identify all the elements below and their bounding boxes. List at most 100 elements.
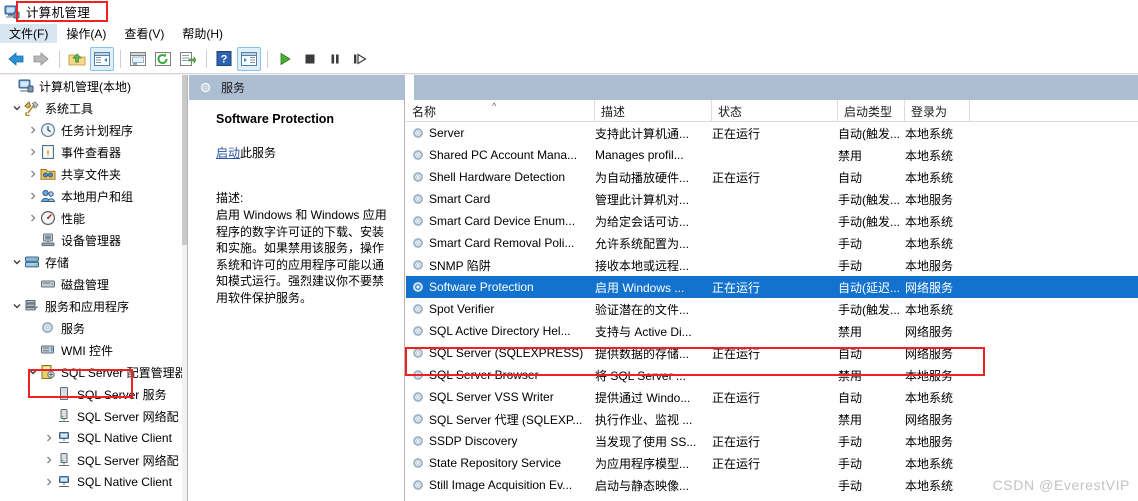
list-header-corner [406,75,414,100]
tree-item-sql-network-config-1[interactable]: SQL Server 网络配 [0,405,187,427]
services-rows[interactable]: Server 支持此计算机通... 正在运行 自动(触发... 本地系统 Shared P… [406,122,1138,501]
chevron-right-icon[interactable] [26,123,40,137]
tree-item-services-and-applications[interactable]: 服务和应用程序 [0,295,187,317]
tree-scrollbar[interactable] [182,75,187,501]
show-action-pane-icon[interactable] [237,46,261,71]
tree-scrollbar-thumb[interactable] [182,75,187,245]
stop-service-icon[interactable] [298,47,322,71]
up-folder-icon[interactable] [65,47,89,71]
table-row[interactable]: Smart Card Device Enum... 为给定会话可访... 手动(触发… [406,210,1138,232]
cell-text: SSDP Discovery [429,434,518,448]
table-row[interactable]: Server 支持此计算机通... 正在运行 自动(触发... 本地系统 [406,122,1138,144]
menu-action[interactable]: 操作(A) [57,24,115,43]
tree-item-sql-services[interactable]: SQL Server 服务 [0,383,187,405]
tree-item-sql-network-config-2[interactable]: SQL Server 网络配 [0,449,187,471]
table-row[interactable]: Shell Hardware Detection 为自动播放硬件... 正在运行 自动… [406,166,1138,188]
tree-item-wmi-control[interactable]: WMI 控件 [0,339,187,361]
tree-item-sql-config-manager[interactable]: SQL Server 配置管理器 [0,361,187,383]
menu-view[interactable]: 查看(V) [115,24,173,43]
export-list-icon[interactable] [176,47,200,71]
table-row[interactable]: SQL Server VSS Writer 提供通过 Windo... 正在运行 自动… [406,386,1138,408]
menu-file[interactable]: 文件(F) [0,24,58,43]
chevron-down-icon[interactable] [10,299,24,313]
chevron-down-icon[interactable] [10,255,24,269]
back-arrow-icon[interactable] [4,47,28,71]
chevron-right-icon[interactable] [26,211,40,225]
start-service-icon[interactable] [273,47,297,71]
chevron-right-icon[interactable] [26,189,40,203]
cell-status [712,364,838,386]
tree-item-system-tools[interactable]: 系统工具 [0,97,187,119]
chevron-right-icon[interactable] [42,431,56,445]
cell-text: 手动 [838,456,863,471]
tree-item-sql-native-client-1[interactable]: SQL Native Client [0,427,187,449]
chevron-down-icon[interactable] [26,365,40,379]
menu-bar[interactable]: 文件(F) 操作(A) 查看(V) 帮助(H) [0,23,1138,44]
cell-status [712,320,838,342]
computer-icon [18,78,34,94]
help-question-icon[interactable]: ? [212,47,236,71]
column-name[interactable]: 名称 ^ [406,100,595,122]
show-hide-tree-icon[interactable] [90,46,114,71]
menu-help[interactable]: 帮助(H) [173,24,232,43]
start-service-link[interactable]: 启动 [216,146,240,160]
tree-item-local-users-groups[interactable]: 本地用户和组 [0,185,187,207]
pause-service-icon[interactable] [323,47,347,71]
cell-logon: 本地系统 [905,386,970,408]
tree-item-device-manager[interactable]: 设备管理器 [0,229,187,251]
console-tree[interactable]: 计算机管理(本地) 系统工具 任务计划程序 事件查看器 共享文件夹 本地用户和组… [0,75,188,501]
chevron-down-icon[interactable] [10,101,24,115]
tree-item-label: SQL Server 网络配 [77,453,179,468]
tree-item-storage[interactable]: 存储 [0,251,187,273]
table-row[interactable]: State Repository Service 为应用程序模型... 正在运行 手动… [406,452,1138,474]
forward-arrow-icon[interactable] [29,47,53,71]
table-row[interactable]: Smart Card Removal Poli... 允许系统配置为... 手动 本地… [406,232,1138,254]
column-headers[interactable]: 名称 ^ 描述 状态 启动类型 登录为 [406,100,1138,122]
service-gear-icon [411,148,425,162]
cell-status [712,298,838,320]
column-log-on-as[interactable]: 登录为 [905,100,970,122]
chevron-right-icon[interactable] [26,145,40,159]
table-row[interactable]: Spot Verifier 验证潜在的文件... 手动(触发... 本地系统 [406,298,1138,320]
restart-service-icon[interactable] [348,47,372,71]
table-row[interactable]: Software Protection 启用 Windows ... 正在运行 自动(… [406,276,1138,298]
toolbar[interactable]: ? [0,44,1138,74]
tree-item-services[interactable]: 服务 [0,317,187,339]
sql-network-config-icon [56,408,72,424]
table-row[interactable]: SQL Server (SQLEXPRESS) 提供数据的存储... 正在运行 自动 网… [406,342,1138,364]
column-startup-type[interactable]: 启动类型 [838,100,905,122]
tree-item-task-scheduler[interactable]: 任务计划程序 [0,119,187,141]
tree-item-shared-folders[interactable]: 共享文件夹 [0,163,187,185]
tree-item-event-viewer[interactable]: 事件查看器 [0,141,187,163]
tree-item-disk-management[interactable]: 磁盘管理 [0,273,187,295]
cell-status: 正在运行 [712,386,838,408]
service-gear-icon [411,390,425,404]
cell-startup: 手动 [838,254,905,276]
tree-item-performance[interactable]: 性能 [0,207,187,229]
refresh-icon[interactable] [151,47,175,71]
table-row[interactable]: SNMP 陷阱 接收本地或远程... 手动 本地服务 [406,254,1138,276]
cell-logon: 本地系统 [905,474,970,496]
services-gear-icon [199,81,213,95]
tree-item-label: 本地用户和组 [61,189,134,204]
table-row[interactable]: SQL Active Directory Hel... 支持与 Active Di… [406,320,1138,342]
table-row[interactable]: SQL Server 代理 (SQLEXP... 执行作业、监视 ... 禁用 网络服… [406,408,1138,430]
chevron-right-icon[interactable] [26,167,40,181]
table-row[interactable]: Storage Service为存储设置和外...正在运行自动(延迟...本地系… [406,496,1138,501]
chevron-right-icon[interactable] [42,475,56,489]
chevron-right-icon[interactable] [42,453,56,467]
column-description[interactable]: 描述 [595,100,712,122]
table-row[interactable]: Shared PC Account Mana... Manages profil.… [406,144,1138,166]
cell-status [712,232,838,254]
table-row[interactable]: Smart Card 管理此计算机对... 手动(触发... 本地服务 [406,188,1138,210]
shared-folders-icon [40,166,56,182]
service-details-pane: 服务 Software Protection 启动此服务 描述: 启用 Wind… [189,75,405,501]
cell-logon: 本地系统 [905,496,970,501]
column-status[interactable]: 状态 [712,100,838,122]
cell-text: 网络服务 [905,346,954,361]
table-row[interactable]: SQL Server Browser 将 SQL Server ... 禁用 本地服务 [406,364,1138,386]
properties-icon[interactable] [126,47,150,71]
tree-item-sql-native-client-2[interactable]: SQL Native Client [0,471,187,493]
tree-item-computer-management[interactable]: 计算机管理(本地) [0,75,187,97]
table-row[interactable]: SSDP Discovery 当发现了使用 SS... 正在运行 手动 本地服务 [406,430,1138,452]
